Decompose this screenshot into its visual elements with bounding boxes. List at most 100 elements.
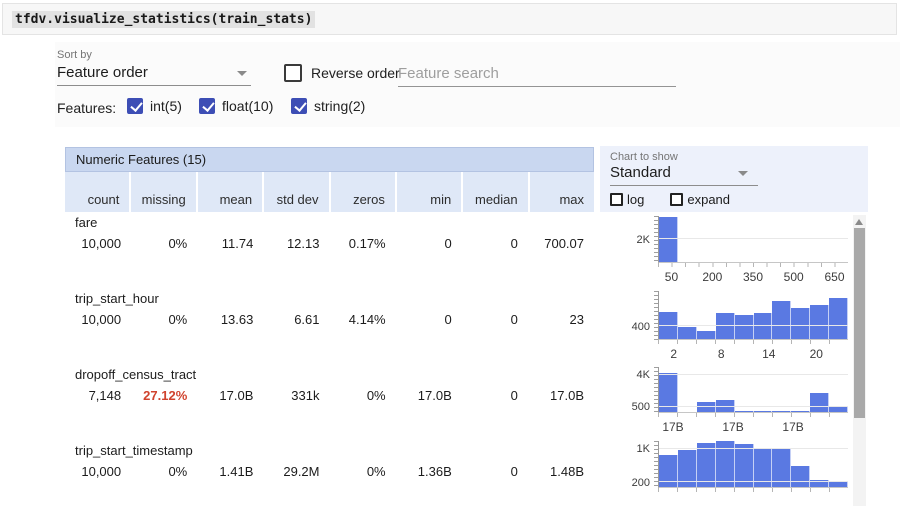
feature-name: trip_start_hour [65, 291, 594, 306]
log-label: log [627, 192, 644, 207]
stat-value: 1.36B [396, 464, 462, 479]
stat-value: 13.63 [197, 312, 263, 327]
checkbox-checked-icon [127, 98, 143, 114]
histogram-bar[interactable] [678, 327, 697, 339]
column-header: zeros [329, 172, 395, 212]
gridline [659, 325, 848, 326]
checkbox-icon [610, 193, 623, 206]
x-axis-tick-label: 650 [824, 270, 844, 284]
table-row: trip_start_hour 10,000 0% 13.63 6.61 4.1… [65, 291, 594, 327]
stat-value: 17.0B [396, 388, 462, 403]
column-header: min [395, 172, 461, 212]
column-header: max [528, 172, 594, 212]
stat-value: 0% [131, 312, 197, 327]
scroll-up-icon[interactable] [855, 219, 863, 225]
feature-filter-string[interactable]: string(2) [291, 98, 365, 114]
histogram-bar[interactable] [791, 308, 810, 339]
stat-value: 0.17% [330, 236, 396, 251]
gridline [659, 406, 848, 407]
y-axis-tick-label: 1K [637, 443, 650, 455]
histogram-bar[interactable] [754, 411, 773, 412]
histogram-bar[interactable] [735, 315, 754, 339]
column-header: std dev [262, 172, 328, 212]
checkbox-checked-icon [199, 98, 215, 114]
gridline [659, 238, 848, 239]
table-header-row: count missing mean std dev zeros min med… [65, 172, 594, 212]
gridline [659, 448, 848, 449]
stat-value: 23 [528, 312, 594, 327]
gridline [659, 374, 848, 375]
feature-filter-label: float(10) [222, 98, 273, 114]
stat-value: 17.0B [197, 388, 263, 403]
x-axis-tick-label: 50 [665, 270, 678, 284]
checkbox-icon [284, 64, 302, 82]
stat-value: 10,000 [65, 464, 131, 479]
reverse-order-label: Reverse order [311, 65, 400, 81]
x-axis-tick-label: 350 [743, 270, 763, 284]
histogram-bar[interactable] [697, 331, 716, 339]
column-header: missing [129, 172, 195, 212]
x-axis-tick-label: 17B [782, 420, 803, 434]
chevron-down-icon [237, 71, 247, 76]
y-axis-tick-label: 200 [632, 477, 650, 489]
histogram-bar[interactable] [697, 402, 716, 412]
stat-value: 4.14% [330, 312, 396, 327]
feature-name: fare [65, 215, 594, 230]
histogram-bar[interactable] [791, 411, 810, 412]
stat-value: 1.48B [528, 464, 594, 479]
stat-value: 12.13 [263, 236, 329, 251]
chevron-down-icon [738, 171, 748, 176]
stat-value: 10,000 [65, 312, 131, 327]
chart-type-dropdown[interactable]: Standard [610, 162, 758, 186]
feature-filter-label: string(2) [314, 98, 365, 114]
x-axis-tick-label: 2 [670, 347, 677, 361]
stat-value: 0% [131, 464, 197, 479]
feature-filter-float[interactable]: float(10) [199, 98, 273, 114]
stat-value: 0% [131, 236, 197, 251]
histogram-bar[interactable] [754, 313, 773, 339]
histogram-bar[interactable] [659, 217, 678, 262]
stat-value: 0% [330, 464, 396, 479]
stat-value: 0 [462, 388, 528, 403]
y-axis-tick-label: 400 [632, 321, 650, 333]
x-axis-tick-label: 17B [722, 420, 743, 434]
stat-value: 0 [396, 236, 462, 251]
expand-checkbox[interactable]: expand [670, 192, 730, 207]
histogram-bar[interactable] [791, 466, 810, 487]
feature-filter-label: int(5) [150, 98, 182, 114]
sort-by-value: Feature order [57, 62, 251, 84]
histogram-bar[interactable] [829, 407, 848, 412]
stat-value: 27.12% [131, 388, 197, 403]
histogram-bar[interactable] [772, 301, 791, 339]
features-label: Features: [57, 100, 116, 116]
stat-value: 1.41B [197, 464, 263, 479]
histogram-bar[interactable] [735, 411, 754, 412]
log-checkbox[interactable]: log [610, 192, 644, 207]
checkbox-checked-icon [291, 98, 307, 114]
table-row: trip_start_timestamp 10,000 0% 1.41B 29.… [65, 443, 594, 479]
table-row: dropoff_census_tract 7,148 27.12% 17.0B … [65, 367, 594, 403]
feature-search-input[interactable] [398, 60, 676, 87]
scrollbar[interactable] [853, 215, 866, 506]
feature-name: dropoff_census_tract [65, 367, 594, 382]
stat-value: 10,000 [65, 236, 131, 251]
feature-filter-int[interactable]: int(5) [127, 98, 182, 114]
table-title: Numeric Features (15) [65, 147, 594, 172]
histogram-bar[interactable] [829, 298, 848, 339]
sort-by-label: Sort by [57, 49, 92, 61]
gridline [659, 481, 848, 482]
column-header: mean [196, 172, 262, 212]
tfdv-statistics-widget: tfdv.visualize_statistics(train_stats) S… [0, 0, 900, 506]
histogram-bar[interactable] [772, 411, 791, 412]
sort-by-dropdown[interactable]: Feature order [57, 62, 251, 86]
code-cell[interactable]: tfdv.visualize_statistics(train_stats) [2, 3, 897, 35]
table-row: fare 10,000 0% 11.74 12.13 0.17% 0 0 700… [65, 215, 594, 251]
histogram-bar[interactable] [810, 305, 829, 339]
histogram-bar[interactable] [810, 393, 829, 412]
scrollbar-thumb[interactable] [854, 228, 865, 418]
stat-value: 0 [396, 312, 462, 327]
chart-type-value: Standard [610, 162, 758, 184]
expand-label: expand [687, 192, 730, 207]
y-axis-tick-label: 2K [637, 234, 650, 246]
reverse-order-checkbox[interactable]: Reverse order [284, 64, 400, 82]
